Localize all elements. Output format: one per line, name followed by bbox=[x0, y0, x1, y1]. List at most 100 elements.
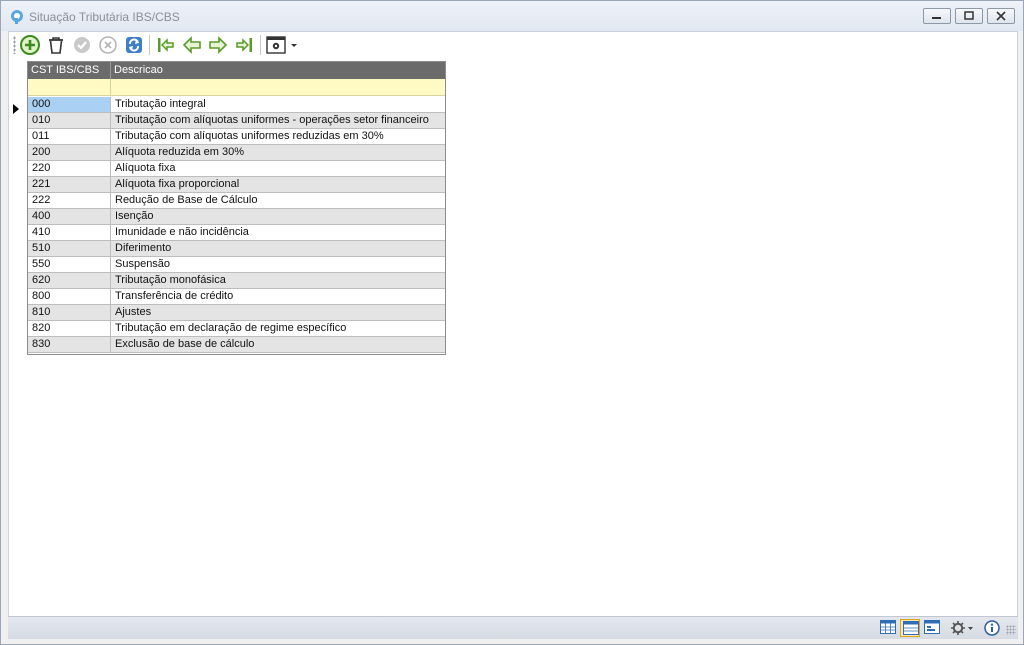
refresh-button[interactable] bbox=[123, 34, 145, 56]
next-record-icon bbox=[209, 36, 228, 54]
add-icon bbox=[20, 35, 40, 55]
confirm-button[interactable] bbox=[71, 34, 93, 56]
next-record-button[interactable] bbox=[207, 34, 229, 56]
settings-menu-button[interactable] bbox=[266, 34, 302, 56]
cell-description[interactable]: Ajustes bbox=[111, 305, 445, 320]
cell-description[interactable]: Alíquota fixa bbox=[111, 161, 445, 176]
cell-code[interactable]: 810 bbox=[28, 305, 111, 320]
cell-code[interactable]: 800 bbox=[28, 289, 111, 304]
filter-cell-descricao[interactable] bbox=[111, 79, 445, 95]
cell-description[interactable]: Exclusão de base de cálculo bbox=[111, 337, 445, 352]
table-row[interactable]: 410 Imunidade e não incidência bbox=[28, 225, 445, 241]
table-row[interactable]: 220 Alíquota fixa bbox=[28, 161, 445, 177]
cell-code[interactable]: 220 bbox=[28, 161, 111, 176]
cell-code[interactable]: 820 bbox=[28, 321, 111, 336]
cell-description[interactable]: Suspensão bbox=[111, 257, 445, 272]
table-row[interactable]: 810 Ajustes bbox=[28, 305, 445, 321]
app-window: Situação Tributária IBS/CBS CST IBS/CBS … bbox=[0, 0, 1024, 645]
close-button[interactable] bbox=[987, 8, 1015, 24]
cell-description[interactable]: Tributação monofásica bbox=[111, 273, 445, 288]
cell-code[interactable]: 200 bbox=[28, 145, 111, 160]
form-view-icon bbox=[924, 620, 940, 634]
table-row[interactable]: 221 Alíquota fixa proporcional bbox=[28, 177, 445, 193]
minimize-icon bbox=[932, 17, 941, 19]
table-row[interactable]: 000 Tributação integral bbox=[28, 97, 445, 113]
delete-icon bbox=[49, 37, 63, 54]
last-record-icon bbox=[236, 38, 252, 52]
resize-grip[interactable] bbox=[1006, 625, 1016, 635]
cell-description[interactable]: Diferimento bbox=[111, 241, 445, 256]
cell-code[interactable]: 011 bbox=[28, 129, 111, 144]
cell-code[interactable]: 830 bbox=[28, 337, 111, 352]
add-button[interactable] bbox=[19, 34, 41, 56]
info-button[interactable] bbox=[982, 619, 1002, 637]
filter-row bbox=[28, 79, 445, 96]
grid-view-button[interactable] bbox=[878, 619, 898, 637]
column-header-cst[interactable]: CST IBS/CBS bbox=[28, 62, 111, 79]
table-row[interactable]: 620 Tributação monofásica bbox=[28, 273, 445, 289]
table-row[interactable]: 830 Exclusão de base de cálculo bbox=[28, 337, 445, 353]
table-row[interactable]: 510 Diferimento bbox=[28, 241, 445, 257]
close-icon bbox=[996, 11, 1006, 21]
cell-description[interactable]: Tributação integral bbox=[111, 97, 445, 112]
minimize-button[interactable] bbox=[923, 8, 951, 24]
filter-cell-cst[interactable] bbox=[28, 79, 111, 95]
grid-view-icon bbox=[880, 620, 896, 634]
main-content: CST IBS/CBS Descricao 000 Tributação inte… bbox=[8, 31, 1018, 637]
cell-description[interactable]: Alíquota reduzida em 30% bbox=[111, 145, 445, 160]
table-row[interactable]: 011 Tributação com alíquotas uniformes re… bbox=[28, 129, 445, 145]
maximize-button[interactable] bbox=[955, 8, 983, 24]
form-grid-view-button[interactable] bbox=[900, 619, 920, 637]
column-header-descricao[interactable]: Descricao bbox=[111, 62, 445, 79]
toolbar-separator bbox=[260, 35, 261, 55]
gear-icon bbox=[951, 621, 973, 635]
cell-code[interactable]: 620 bbox=[28, 273, 111, 288]
form-grid-view-icon bbox=[903, 621, 919, 635]
app-logo-icon bbox=[11, 10, 23, 24]
table-row[interactable]: 820 Tributação em declaração de regime es… bbox=[28, 321, 445, 337]
cell-description[interactable]: Tributação com alíquotas uniformes - ope… bbox=[111, 113, 445, 128]
table-row[interactable]: 010 Tributação com alíquotas uniformes - … bbox=[28, 113, 445, 129]
cell-description[interactable]: Transferência de crédito bbox=[111, 289, 445, 304]
cell-code[interactable]: 222 bbox=[28, 193, 111, 208]
cell-description[interactable]: Tributação em declaração de regime espec… bbox=[111, 321, 445, 336]
cell-code[interactable]: 400 bbox=[28, 209, 111, 224]
grid-header: CST IBS/CBS Descricao bbox=[28, 62, 445, 79]
status-bar bbox=[8, 616, 1018, 639]
previous-record-button[interactable] bbox=[181, 34, 203, 56]
cancel-icon bbox=[99, 36, 117, 54]
cell-code[interactable]: 510 bbox=[28, 241, 111, 256]
toolbar-grip[interactable] bbox=[13, 36, 16, 54]
cell-code[interactable]: 221 bbox=[28, 177, 111, 192]
toolbar bbox=[9, 32, 1017, 58]
table-row[interactable]: 222 Redução de Base de Cálculo bbox=[28, 193, 445, 209]
cell-description[interactable]: Tributação com alíquotas uniformes reduz… bbox=[111, 129, 445, 144]
table-row[interactable]: 400 Isenção bbox=[28, 209, 445, 225]
cell-code[interactable]: 410 bbox=[28, 225, 111, 240]
cell-description[interactable]: Isenção bbox=[111, 209, 445, 224]
settings-dropdown-button[interactable] bbox=[948, 619, 978, 637]
cell-description[interactable]: Imunidade e não incidência bbox=[111, 225, 445, 240]
first-record-button[interactable] bbox=[155, 34, 177, 56]
toolbar-separator bbox=[149, 35, 150, 55]
table-row[interactable]: 200 Alíquota reduzida em 30% bbox=[28, 145, 445, 161]
data-grid[interactable]: CST IBS/CBS Descricao 000 Tributação inte… bbox=[27, 61, 446, 355]
cancel-button[interactable] bbox=[97, 34, 119, 56]
cell-code[interactable]: 010 bbox=[28, 113, 111, 128]
table-row[interactable]: 550 Suspensão bbox=[28, 257, 445, 273]
info-icon bbox=[984, 620, 1000, 636]
first-record-icon bbox=[158, 38, 174, 52]
window-title: Situação Tributária IBS/CBS bbox=[29, 10, 180, 24]
previous-record-icon bbox=[182, 36, 201, 54]
form-view-button[interactable] bbox=[922, 619, 942, 637]
last-record-button[interactable] bbox=[233, 34, 255, 56]
cell-code[interactable]: 550 bbox=[28, 257, 111, 272]
restore-icon bbox=[964, 11, 974, 20]
cell-description[interactable]: Alíquota fixa proporcional bbox=[111, 177, 445, 192]
title-bar: Situação Tributária IBS/CBS bbox=[1, 1, 1023, 31]
delete-button[interactable] bbox=[45, 34, 67, 56]
table-row[interactable]: 800 Transferência de crédito bbox=[28, 289, 445, 305]
cell-description[interactable]: Redução de Base de Cálculo bbox=[111, 193, 445, 208]
confirm-icon bbox=[74, 37, 90, 53]
cell-code[interactable]: 000 bbox=[28, 97, 111, 112]
